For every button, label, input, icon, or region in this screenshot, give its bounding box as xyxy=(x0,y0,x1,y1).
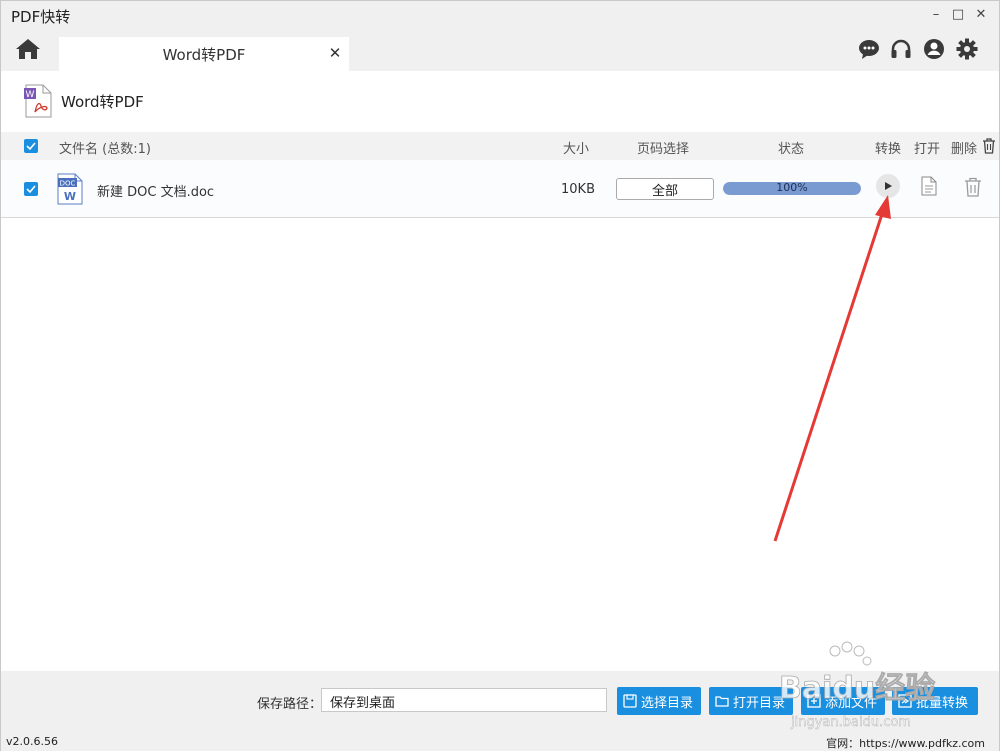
choose-dir-label: 选择目录 xyxy=(641,695,694,711)
col-convert: 转换 xyxy=(875,142,902,157)
home-button[interactable] xyxy=(15,37,43,63)
title-bar: PDF快转 – □ ✕ xyxy=(1,1,999,29)
app-title: PDF快转 xyxy=(11,8,71,26)
gear-icon[interactable] xyxy=(956,38,978,60)
headset-icon[interactable] xyxy=(890,38,912,60)
progress-bar: 100% xyxy=(723,182,861,195)
tab-close-button[interactable]: ✕ xyxy=(327,45,343,61)
bottom-bar: 保存路径： 保存到桌面 选择目录 打开目录 添加文件 批量转换 xyxy=(1,671,999,731)
play-icon xyxy=(885,182,892,190)
table-header: 文件名 (总数:1) 大小 页码选择 状态 转换 打开 删除 xyxy=(1,132,999,160)
section-header: W Word转PDF xyxy=(23,84,144,118)
batch-convert-button[interactable]: 批量转换 xyxy=(892,687,978,715)
status-bar: v2.0.6.56 官网：https://www.pdfkz.com xyxy=(1,731,999,751)
delete-row-icon[interactable] xyxy=(964,177,982,197)
doc-icon-letter: W xyxy=(64,190,76,203)
progress-text: 100% xyxy=(776,182,808,194)
save-path-input[interactable]: 保存到桌面 xyxy=(321,688,607,712)
batch-convert-label: 批量转换 xyxy=(916,695,969,711)
col-status: 状态 xyxy=(778,142,805,157)
save-icon xyxy=(623,694,637,708)
chat-icon[interactable] xyxy=(858,38,880,60)
tab-label: Word转PDF xyxy=(162,45,246,64)
page-select-button[interactable]: 全部 xyxy=(616,178,714,200)
delete-all-icon[interactable] xyxy=(982,138,996,154)
table-row[interactable]: DOC W 新建 DOC 文档.doc 10KB 全部 100% xyxy=(1,160,999,218)
tab-bar: Word转PDF ✕ xyxy=(1,29,999,71)
section-title: Word转PDF xyxy=(61,92,144,111)
open-dir-label: 打开目录 xyxy=(733,695,786,711)
close-window-button[interactable]: ✕ xyxy=(972,5,990,23)
file-size: 10KB xyxy=(561,182,595,197)
col-filename: 文件名 (总数:1) xyxy=(59,142,151,157)
version-text: v2.0.6.56 xyxy=(6,735,58,748)
add-file-button[interactable]: 添加文件 xyxy=(801,687,885,715)
annotation-arrow xyxy=(773,195,891,542)
add-icon xyxy=(807,694,821,708)
batch-convert-icon xyxy=(898,694,912,708)
col-delete: 删除 xyxy=(951,142,978,157)
home-icon xyxy=(16,39,40,59)
choose-dir-button[interactable]: 选择目录 xyxy=(617,687,701,715)
col-pages: 页码选择 xyxy=(637,142,690,157)
doc-file-icon: DOC W xyxy=(57,173,83,205)
user-icon[interactable] xyxy=(923,38,945,60)
minimize-button[interactable]: – xyxy=(927,5,945,23)
maximize-button[interactable]: □ xyxy=(949,5,967,23)
open-file-icon[interactable] xyxy=(921,176,937,196)
app-window: PDF快转 – □ ✕ Word转PDF ✕ W Word转PDF 文件名 (总… xyxy=(0,0,1000,751)
file-name: 新建 DOC 文档.doc xyxy=(97,185,215,200)
col-open: 打开 xyxy=(914,142,941,157)
website-link[interactable]: 官网：https://www.pdfkz.com xyxy=(826,735,985,751)
doc-icon-label: DOC xyxy=(60,180,76,188)
tab-word-to-pdf[interactable]: Word转PDF ✕ xyxy=(59,37,349,71)
save-path-label: 保存路径： xyxy=(257,697,323,712)
col-size: 大小 xyxy=(563,142,590,157)
svg-text:W: W xyxy=(26,90,35,100)
select-all-checkbox[interactable] xyxy=(24,139,38,153)
folder-icon xyxy=(715,696,729,707)
word-to-pdf-icon: W xyxy=(24,84,52,118)
convert-play-button[interactable] xyxy=(876,174,900,198)
add-file-label: 添加文件 xyxy=(825,695,878,711)
row-checkbox[interactable] xyxy=(24,182,38,196)
open-dir-button[interactable]: 打开目录 xyxy=(709,687,793,715)
